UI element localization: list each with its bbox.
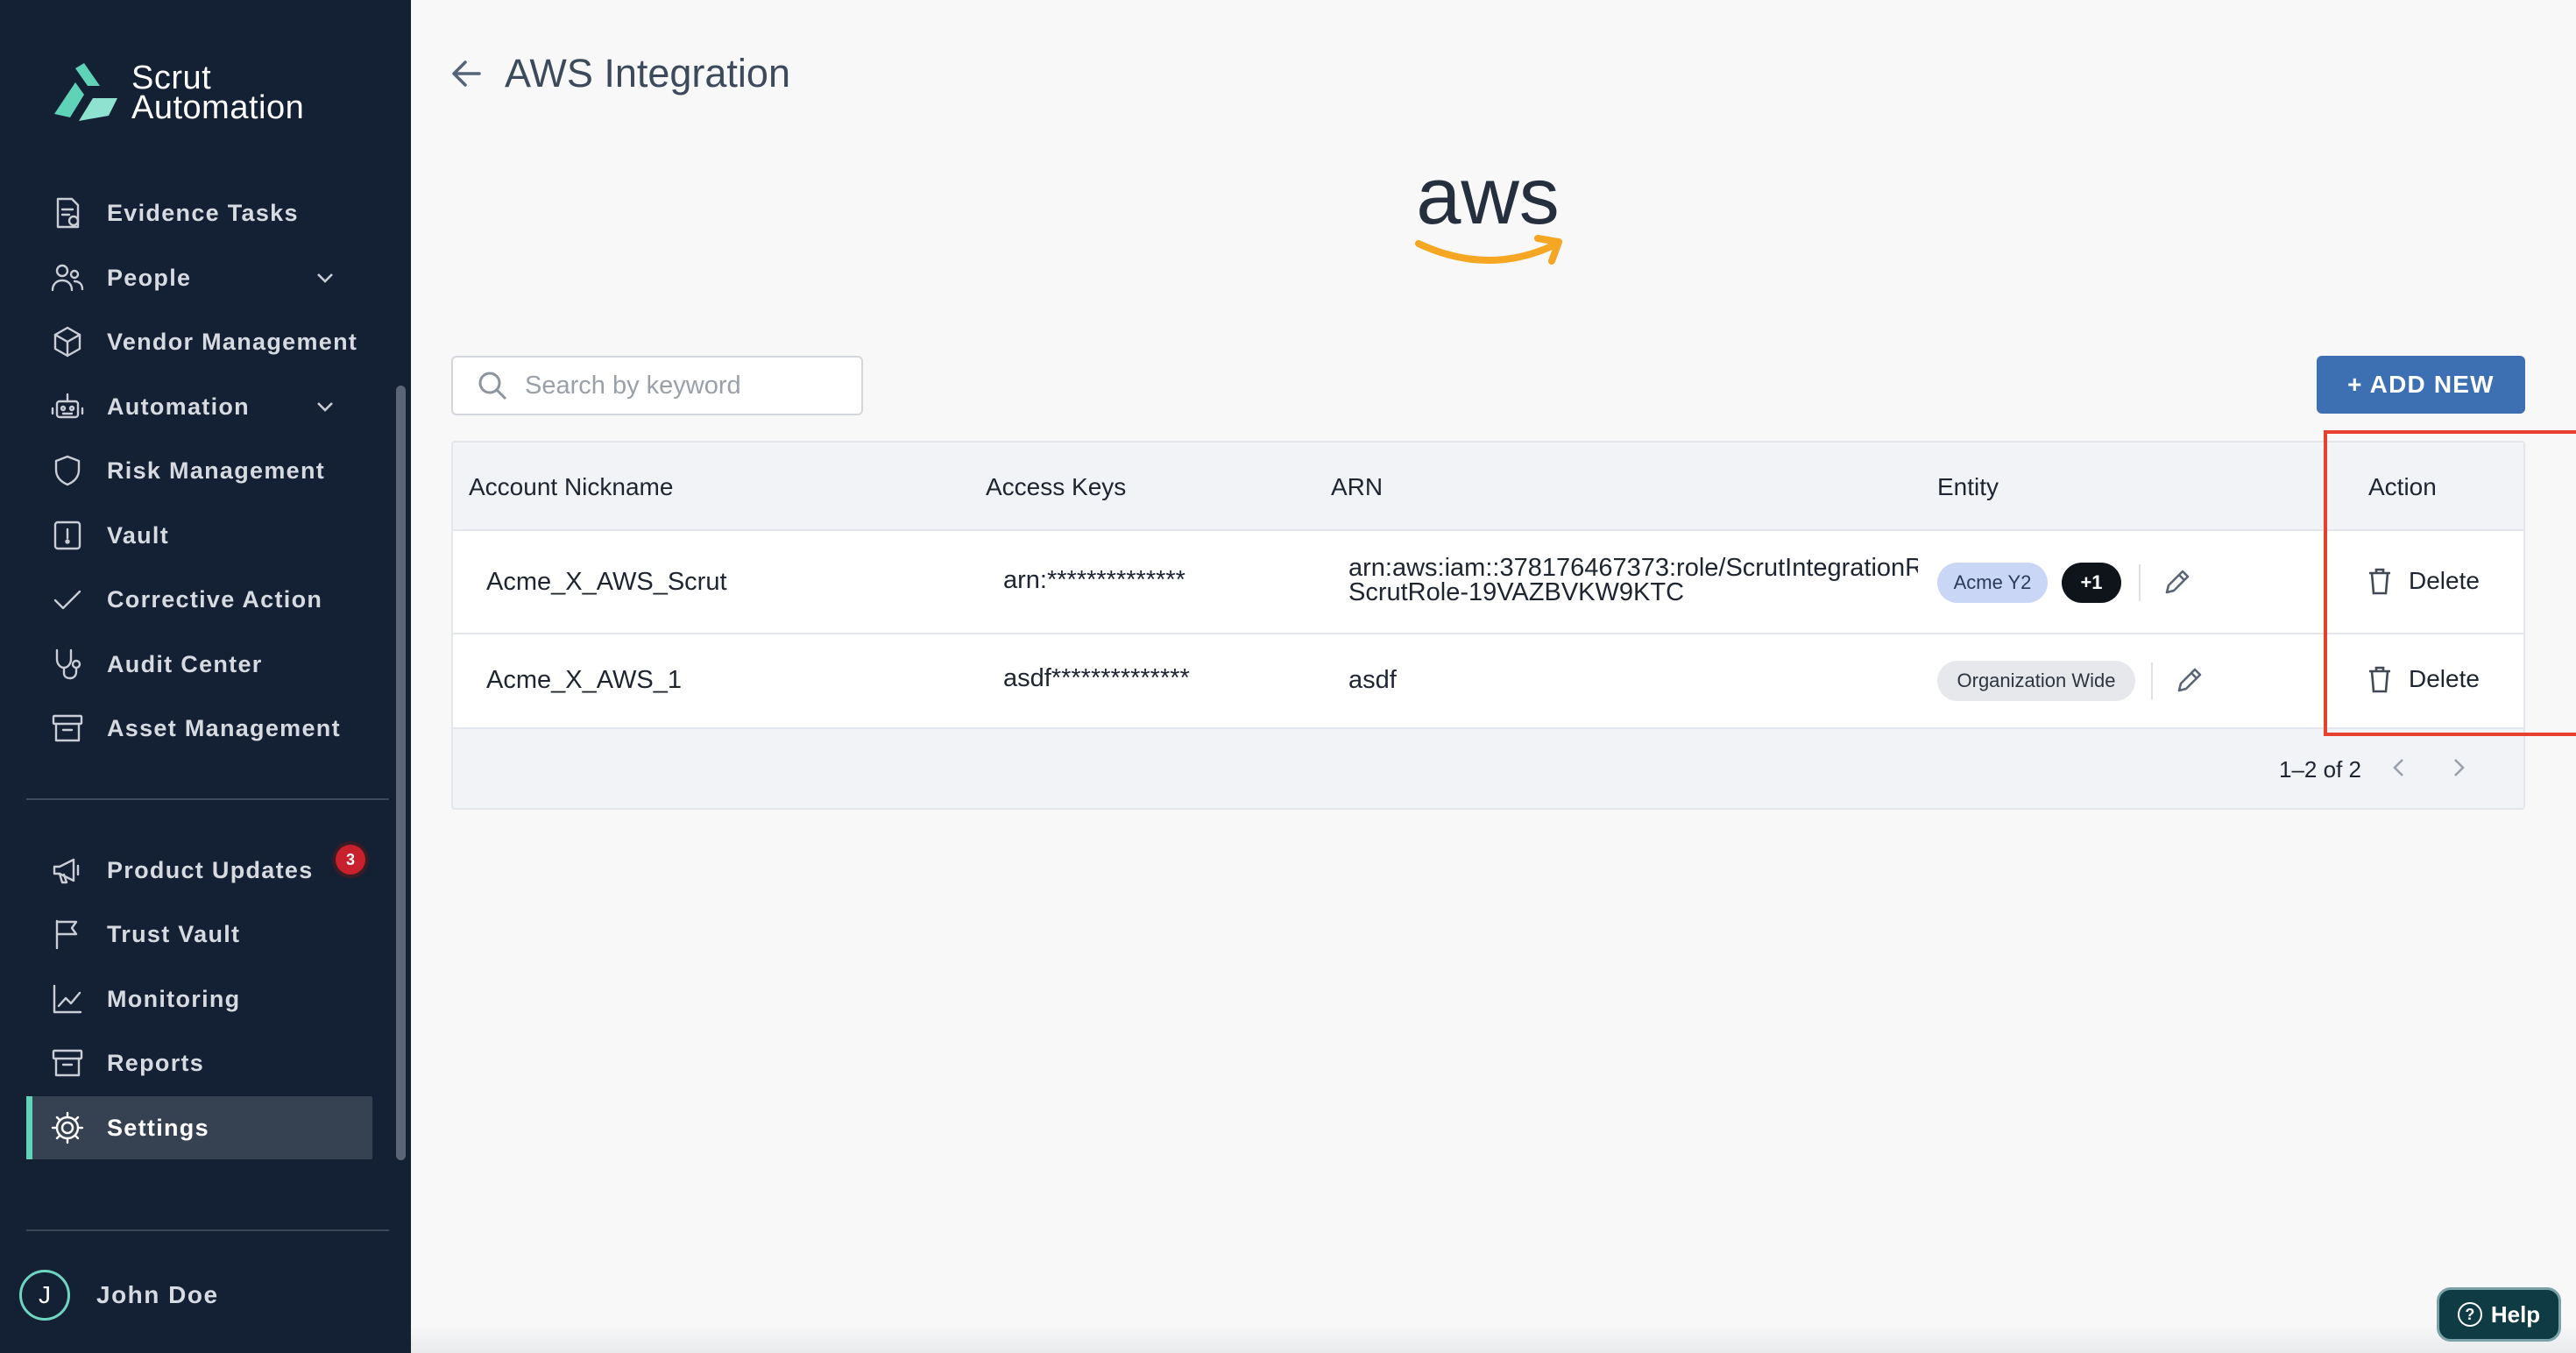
scrut-logo-icon [54,63,117,121]
search-input[interactable] [525,371,840,400]
sidebar-item-label: Reports [107,1049,205,1076]
brand-logo[interactable]: Scrut Automation [49,60,304,126]
sidebar-item-trust-vault[interactable]: Trust Vault [26,903,372,966]
sidebar-item-label: Risk Management [107,457,326,484]
sidebar-item-label: Asset Management [107,714,341,741]
access-keys: arn:************** [1003,566,1185,594]
sidebar-divider [26,798,389,800]
check-icon [47,579,88,620]
sidebar-item-audit-center[interactable]: Audit Center [26,633,372,696]
people-icon [47,258,88,298]
shield-icon [47,450,88,491]
sidebar-item-settings[interactable]: Settings [26,1096,372,1159]
chevron-left-icon[interactable] [2386,754,2412,781]
pagination-label: 1–2 of 2 [2279,756,2361,783]
sidebar-item-evidence-tasks[interactable]: Evidence Tasks [26,181,372,244]
chevron-right-icon[interactable] [2445,754,2472,781]
vendor-icon [47,322,88,362]
edit-pencil-icon[interactable] [2162,568,2191,598]
sidebar-item-label: Product Updates [107,856,314,883]
sidebar: Scrut Automation Evidence Tasks People V… [0,0,411,1353]
arn-value: asdf [1348,666,1397,694]
table-row[interactable]: Acme_X_AWS_Scrut arn:************** arn:… [453,531,2523,634]
arn-line-2: ScrutRole-19VAZBVKW9KTC [1348,578,1685,606]
stethoscope-icon [47,644,88,684]
account-nickname: Acme_X_AWS_1 [486,666,682,694]
vault-icon [47,515,88,556]
page-title: AWS Integration [505,51,790,96]
integrations-table: Account Nickname Access Keys ARN Entity … [451,441,2525,810]
sidebar-item-asset-management[interactable]: Asset Management [26,697,372,760]
column-header-account-nickname[interactable]: Account Nickname [469,473,673,501]
account-nickname: Acme_X_AWS_Scrut [486,568,727,596]
sidebar-item-label: Automation [107,393,250,420]
separator [2139,564,2141,601]
column-header-access-keys[interactable]: Access Keys [986,473,1126,501]
reports-icon [47,1043,88,1083]
column-header-entity[interactable]: Entity [1937,473,1999,501]
user-name: John Doe [96,1281,219,1308]
sidebar-item-label: Audit Center [107,650,263,677]
help-label: Help [2490,1300,2541,1328]
brand-line-1: Scrut [131,60,212,96]
sidebar-item-label: People [107,264,192,291]
archive-icon [47,708,88,748]
access-keys: asdf************** [1003,664,1190,692]
brand-line-2: Automation [131,89,305,126]
avatar: J [19,1270,70,1321]
sidebar-item-label: Vendor Management [107,328,358,355]
sidebar-divider [26,1229,389,1231]
chevron-down-icon[interactable] [313,394,337,419]
help-button[interactable]: ? Help [2437,1287,2561,1342]
sidebar-item-product-updates[interactable]: Product Updates [26,839,372,902]
sidebar-item-people[interactable]: People [26,246,372,309]
sidebar-item-vault[interactable]: Vault [26,504,372,567]
sidebar-item-label: Vault [107,521,170,549]
question-icon: ? [2457,1302,2482,1327]
sidebar-item-reports[interactable]: Reports [26,1031,372,1094]
back-arrow-icon[interactable] [448,54,486,93]
flag-icon [47,914,88,954]
main-content: AWS Integration aws + ADD NEW Account Ni… [411,0,2576,1353]
gear-icon [47,1108,88,1148]
sidebar-item-label: Trust Vault [107,920,241,947]
add-new-button[interactable]: + ADD NEW [2317,356,2525,414]
sidebar-item-label: Monitoring [107,985,241,1012]
bottom-edge [411,1323,2576,1353]
brand-name: Scrut Automation [131,60,305,126]
search-icon [478,372,507,400]
separator [2151,662,2153,699]
sidebar-scrollbar[interactable] [396,386,406,1160]
sidebar-item-label: Settings [107,1114,209,1141]
chevron-down-icon[interactable] [313,266,337,290]
arn-value: arn:aws:iam::378176467373:role/ScrutInte… [1348,556,1918,605]
sidebar-item-label: Corrective Action [107,585,323,613]
robot-icon [47,386,88,427]
evidence-tasks-icon [47,193,88,233]
svg-text:aws: aws [1416,158,1560,241]
arn-line-1: arn:aws:iam::378176467373:role/ScrutInte… [1348,556,1918,582]
chart-icon [47,979,88,1019]
sidebar-item-label: Evidence Tasks [107,199,299,226]
search-box[interactable] [451,356,863,415]
entity-chip[interactable]: Organization Wide [1937,661,2135,701]
megaphone-icon [47,850,88,890]
edit-pencil-icon[interactable] [2174,666,2204,696]
sidebar-item-corrective-action[interactable]: Corrective Action [26,568,372,631]
table-row[interactable]: Acme_X_AWS_1 asdf************** asdf Org… [453,634,2523,729]
entity-more-chip[interactable]: +1 [2062,563,2121,603]
user-profile[interactable]: J John Doe [19,1270,219,1321]
sidebar-item-automation[interactable]: Automation [26,375,372,438]
table-header: Account Nickname Access Keys ARN Entity … [453,443,2523,531]
sidebar-item-monitoring[interactable]: Monitoring [26,967,372,1031]
notification-badge: 3 [336,845,365,875]
column-header-arn[interactable]: ARN [1331,473,1383,501]
sidebar-item-risk-management[interactable]: Risk Management [26,439,372,502]
entity-highlight-box [2324,430,2576,736]
entity-chip[interactable]: Acme Y2 [1937,563,2048,603]
sidebar-item-vendor-management[interactable]: Vendor Management [26,310,372,373]
aws-logo-icon: aws [1415,158,1562,265]
